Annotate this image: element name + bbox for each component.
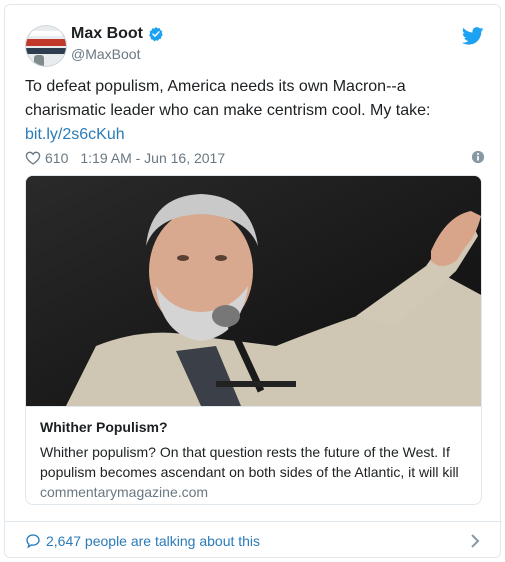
tweet-text: To defeat populism, America needs its ow… [25,75,485,147]
avatar[interactable] [25,25,67,67]
card-photo[interactable] [26,176,482,406]
author-handle[interactable]: @MaxBoot [71,46,140,62]
author-name[interactable]: Max Boot [71,25,143,43]
like-count[interactable]: 610 [45,150,68,166]
avatar-figure [34,55,44,66]
card-domain[interactable]: commentarymagazine.com [40,484,469,500]
author-name-row[interactable]: Max Boot [71,25,164,43]
card-description: Whither populism? On that question rests… [40,444,459,480]
tweet-embed: Max Boot @MaxBoot To defeat populism, Am… [4,4,502,559]
link-card[interactable]: Whither Populism? Whither populism? On t… [25,175,482,505]
avatar-banner-dark [26,48,66,54]
chevron-right-icon[interactable] [470,533,480,549]
card-title[interactable]: Whither Populism? [40,419,469,435]
tweet-body: To defeat populism, America needs its ow… [25,78,431,119]
conversation-footer[interactable]: 2,647 people are talking about this [5,521,502,559]
card-summary[interactable]: Whither Populism? Whither populism? On t… [26,406,481,504]
avatar-banner-top [30,31,62,36]
info-icon[interactable] [471,150,485,164]
tweet-link[interactable]: bit.ly/2s6cKuh [25,126,125,143]
twitter-bird-icon[interactable] [462,27,484,45]
speech-bubble-icon [26,533,40,548]
heart-icon[interactable] [25,150,41,166]
avatar-banner-red [26,39,66,46]
talking-count[interactable]: 2,647 people are talking about this [46,533,260,549]
timestamp[interactable]: 1:19 AM - Jun 16, 2017 [80,150,225,166]
verified-icon [149,27,163,42]
tweet-meta: 610 1:19 AM - Jun 16, 2017 [25,148,485,168]
